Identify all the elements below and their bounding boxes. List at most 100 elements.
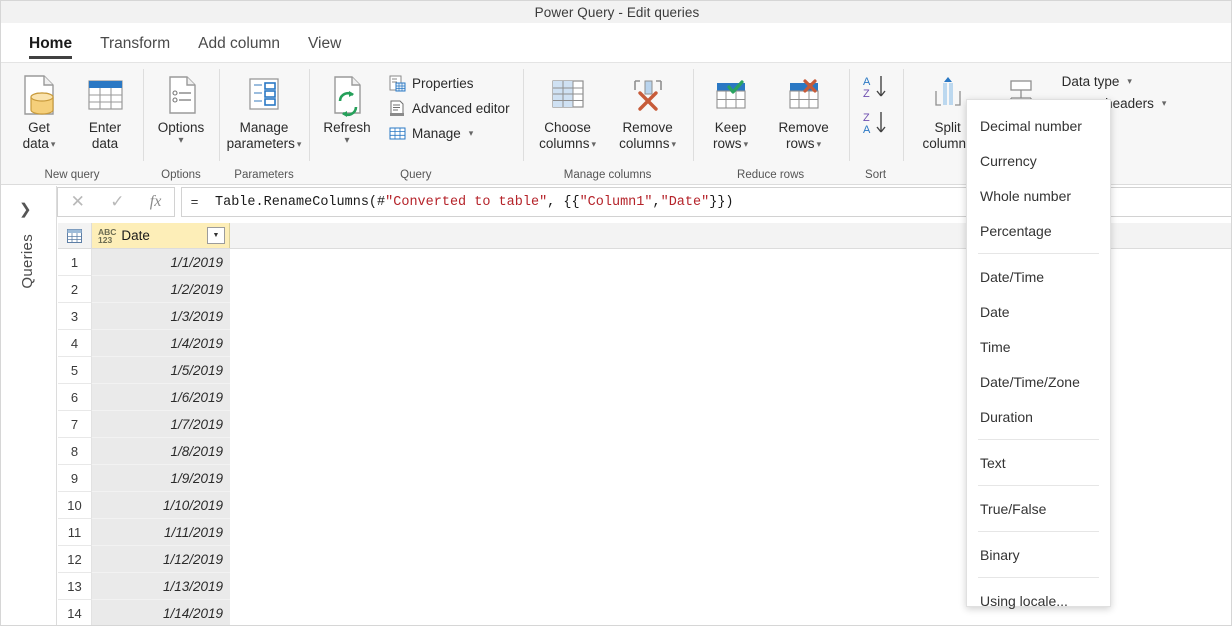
tab-home-label: Home: [29, 35, 73, 52]
tab-add-column-label: Add column: [198, 35, 280, 52]
keep-rows-button[interactable]: Keep rows ▾: [699, 67, 763, 152]
cell-date[interactable]: 1/5/2019: [92, 357, 230, 384]
ribbon-tab-bar: Home Transform Add column View: [1, 23, 1231, 63]
cell-date[interactable]: 1/3/2019: [92, 303, 230, 330]
fx-icon[interactable]: fx: [150, 193, 162, 211]
data-type-menu-item[interactable]: Date/Time: [967, 259, 1110, 294]
ribbon-group-parameters: Manage parameters ▾ Parameters: [219, 63, 309, 185]
column-header-label: Date: [121, 228, 150, 243]
svg-text:A: A: [863, 124, 871, 136]
row-number: 3: [58, 303, 92, 330]
manage-parameters-button[interactable]: Manage parameters ▾: [225, 67, 303, 152]
formula-equals-sign: =: [181, 187, 207, 217]
chevron-down-icon[interactable]: ▾: [297, 139, 302, 149]
choose-columns-button[interactable]: Choose columns ▾: [529, 67, 607, 152]
cell-date[interactable]: 1/2/2019: [92, 276, 230, 303]
formula-bar-controls: ✕ ✓ fx: [57, 187, 175, 217]
row-number: 13: [58, 573, 92, 600]
get-data-button[interactable]: Get data ▾: [7, 67, 71, 152]
title-bar: Power Query - Edit queries: [1, 1, 1231, 23]
chevron-right-icon[interactable]: ❯: [19, 200, 32, 218]
properties-icon: [388, 74, 406, 92]
data-type-menu-item[interactable]: Time: [967, 329, 1110, 364]
keep-rows-icon: [709, 71, 753, 119]
chevron-down-icon[interactable]: ▾: [469, 128, 474, 139]
chevron-down-icon[interactable]: ▾: [671, 139, 676, 149]
data-type-menu-item[interactable]: Duration: [967, 399, 1110, 434]
formula-text-suffix: }}): [709, 194, 734, 210]
tab-add-column[interactable]: Add column: [184, 35, 294, 62]
manage-button[interactable]: Manage ▾: [384, 122, 514, 144]
table-icon[interactable]: [58, 223, 92, 248]
tab-transform[interactable]: Transform: [86, 35, 184, 62]
formula-text-str1: "Column1": [579, 194, 653, 210]
data-type-menu-item[interactable]: Using locale...: [967, 583, 1110, 618]
chevron-down-icon[interactable]: ▾: [817, 139, 822, 149]
data-type-menu-item[interactable]: Text: [967, 445, 1110, 480]
column-header-date[interactable]: ABC 123 Date ▼: [92, 223, 230, 248]
sort-ascending-button[interactable]: A Z: [859, 73, 893, 105]
cell-date[interactable]: 1/12/2019: [92, 546, 230, 573]
cell-date[interactable]: 1/11/2019: [92, 519, 230, 546]
cell-date[interactable]: 1/9/2019: [92, 465, 230, 492]
cell-date[interactable]: 1/10/2019: [92, 492, 230, 519]
tab-view-label: View: [307, 35, 342, 52]
ribbon-group-new-query: Get data ▾ Enter data New query: [1, 63, 143, 185]
advanced-editor-label: Advanced editor: [412, 100, 510, 116]
remove-rows-label-line2: rows: [786, 136, 815, 151]
data-type-button[interactable]: Data type ▾: [1058, 72, 1171, 91]
ribbon-group-label-sort: Sort: [865, 169, 887, 181]
data-type-menu-item[interactable]: Date: [967, 294, 1110, 329]
cell-date[interactable]: 1/6/2019: [92, 384, 230, 411]
data-type-menu-item[interactable]: True/False: [967, 491, 1110, 526]
formula-text-comma: ,: [652, 194, 661, 210]
tab-home[interactable]: Home: [15, 35, 86, 62]
data-type-menu-item[interactable]: Percentage: [967, 213, 1110, 248]
get-data-icon: [18, 71, 60, 119]
ribbon-group-label-options: Options: [161, 169, 201, 181]
tab-view[interactable]: View: [294, 35, 355, 62]
chevron-down-icon[interactable]: ▾: [158, 136, 205, 146]
queries-pane-label[interactable]: Queries: [19, 234, 36, 289]
filter-dropdown-icon[interactable]: ▼: [207, 227, 225, 244]
data-type-menu-item[interactable]: Whole number: [967, 178, 1110, 213]
menu-separator: [978, 577, 1099, 578]
chevron-down-icon[interactable]: ▾: [1127, 76, 1132, 87]
keep-rows-label-line1: Keep: [714, 120, 747, 135]
remove-columns-label-line1: Remove: [622, 120, 673, 135]
options-button[interactable]: Options ▾: [149, 67, 213, 146]
accept-icon[interactable]: ✓: [110, 192, 124, 212]
cell-date[interactable]: 1/4/2019: [92, 330, 230, 357]
sort-descending-button[interactable]: Z A: [859, 109, 893, 141]
enter-data-label-line1: Enter: [88, 120, 122, 135]
properties-button[interactable]: Properties: [384, 72, 514, 94]
data-type-menu-item[interactable]: Decimal number: [967, 108, 1110, 143]
cell-date[interactable]: 1/13/2019: [92, 573, 230, 600]
cell-date[interactable]: 1/1/2019: [92, 249, 230, 276]
chevron-down-icon[interactable]: ▾: [591, 139, 596, 149]
remove-columns-button[interactable]: Remove columns ▾: [609, 67, 687, 152]
cell-date[interactable]: 1/8/2019: [92, 438, 230, 465]
cancel-icon[interactable]: ✕: [71, 192, 85, 212]
data-type-menu-item[interactable]: Binary: [967, 537, 1110, 572]
column-type-icon-bottom: 123: [98, 234, 113, 245]
chevron-down-icon[interactable]: ▾: [51, 139, 56, 149]
svg-text:A: A: [863, 76, 871, 88]
advanced-editor-button[interactable]: Advanced editor: [384, 97, 514, 119]
cell-date[interactable]: 1/14/2019: [92, 600, 230, 625]
remove-rows-button[interactable]: Remove rows ▾: [765, 67, 843, 152]
row-number: 8: [58, 438, 92, 465]
data-type-menu-item[interactable]: Currency: [967, 143, 1110, 178]
ribbon-group-sort: A Z Z A Sort: [848, 63, 903, 185]
enter-data-button[interactable]: Enter data: [73, 67, 137, 152]
data-type-menu-item[interactable]: Date/Time/Zone: [967, 364, 1110, 399]
sort-ascending-icon: A Z: [861, 73, 891, 106]
formula-text-mid: , {{: [547, 194, 580, 210]
chevron-down-icon[interactable]: ▾: [744, 139, 749, 149]
chevron-down-icon[interactable]: ▾: [1162, 98, 1167, 109]
chevron-down-icon[interactable]: ▾: [323, 136, 370, 146]
choose-columns-icon: [546, 71, 590, 119]
refresh-button[interactable]: Refresh ▾: [315, 67, 379, 146]
ribbon-group-label-query: Query: [400, 169, 432, 181]
cell-date[interactable]: 1/7/2019: [92, 411, 230, 438]
